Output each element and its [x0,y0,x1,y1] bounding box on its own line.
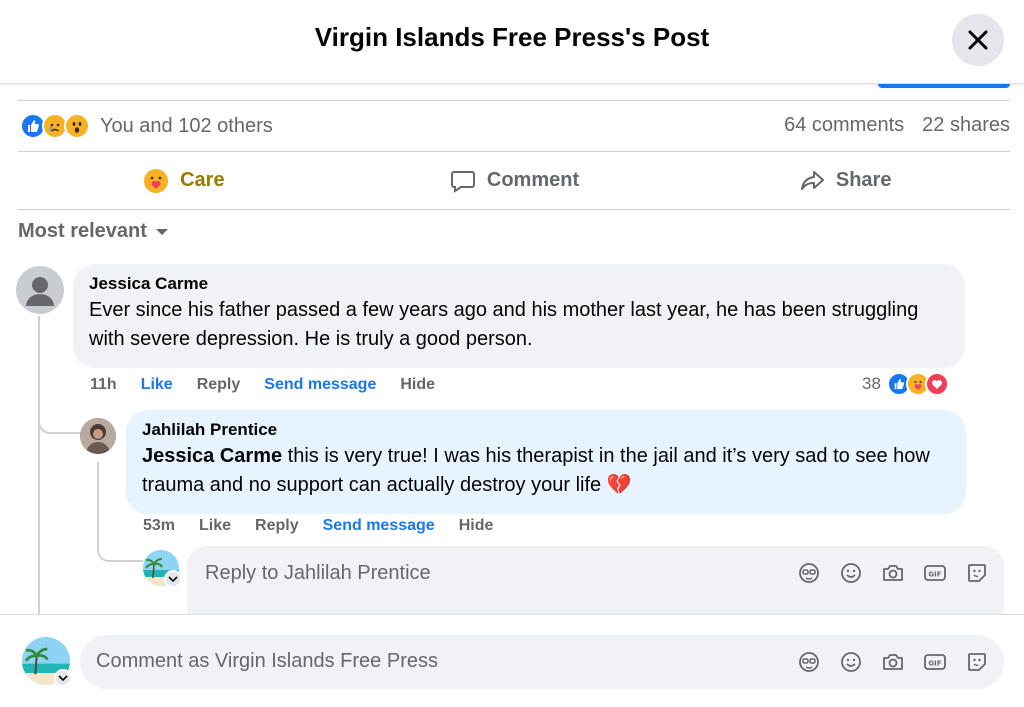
reply-tools: GIF [796,560,990,586]
reply-link[interactable]: Reply [197,376,241,394]
thread-line [38,316,40,616]
reply-placeholder: Reply to Jahlilah Prentice [205,562,431,584]
scroll-indicator [878,84,1010,88]
comment-time[interactable]: 11h [90,376,117,394]
post-stats: You and 102 others 64 comments 22 shares [18,100,1010,152]
avatar-sticker-icon[interactable] [796,649,822,675]
avatar-photo [80,418,116,454]
comment-tools: GIF [796,649,990,675]
reply-bubble: Jahlilah Prentice Jessica Carme this is … [126,410,966,514]
reply-input[interactable]: Reply to Jahlilah Prentice GIF [187,546,1004,616]
reply-actions: 53m Like Reply Send message Hide [143,517,517,535]
care-label: Care [180,169,225,191]
gif-icon[interactable]: GIF [922,649,948,675]
close-icon [968,30,988,50]
dialog-title: Virgin Islands Free Press's Post [314,22,710,52]
svg-text:GIF: GIF [928,660,941,668]
wow-reaction-icon [64,113,90,139]
comment-sort-dropdown[interactable]: Most relevant [18,220,169,243]
comment-text: Ever since his father passed a few years… [89,299,919,350]
svg-text:GIF: GIF [928,571,941,579]
hide-link[interactable]: Hide [459,517,494,535]
avatar-sticker-icon[interactable] [796,560,822,586]
love-reaction-icon [924,372,949,396]
reply-link[interactable]: Reply [255,517,299,535]
post-counts: 64 comments 22 shares [784,114,1010,137]
gif-icon[interactable]: GIF [922,560,948,586]
hide-link[interactable]: Hide [400,376,435,394]
broken-heart-emoji: 💔 [606,474,632,496]
chevron-down-icon [168,576,178,583]
camera-icon[interactable] [880,649,906,675]
comment-input[interactable]: Comment as Virgin Islands Free Press GIF [80,635,1004,689]
mention-link[interactable]: Jessica Carme [142,445,282,467]
reply-time[interactable]: 53m [143,517,175,535]
share-button[interactable]: Share [679,152,1010,209]
comment-icon [450,170,475,193]
reply-thread-line [97,462,99,542]
emoji-icon[interactable] [838,560,864,586]
sort-label: Most relevant [18,220,147,242]
caret-down-icon [155,228,168,235]
comment-author[interactable]: Jessica Carme [89,274,949,294]
send-message-link[interactable]: Send message [264,376,376,394]
comment-label: Comment [486,169,580,191]
avatar[interactable] [80,418,116,454]
comment-reactions[interactable]: 38 [862,372,949,396]
post-actions: Care Comment Share [18,152,1010,210]
comment-placeholder: Comment as Virgin Islands Free Press [96,650,438,672]
like-link[interactable]: Like [141,376,173,394]
comment-button[interactable]: Comment [349,152,680,209]
send-message-link[interactable]: Send message [323,517,435,535]
share-icon [800,170,824,190]
emoji-icon[interactable] [838,649,864,675]
dialog-header: Virgin Islands Free Press's Post [0,0,1024,84]
reaction-summary-text[interactable]: You and 102 others [100,115,273,138]
avatar-icon [26,277,54,306]
reaction-summary[interactable]: You and 102 others [20,113,273,139]
reply-thread-connector [97,540,143,562]
account-switcher[interactable] [164,570,182,588]
sticker-icon[interactable] [964,560,990,586]
avatar[interactable] [16,266,64,314]
care-icon [144,168,169,193]
close-button[interactable] [952,14,1004,66]
camera-icon[interactable] [880,560,906,586]
comment-composer: Comment as Virgin Islands Free Press GIF [0,614,1024,707]
thread-connector [38,420,82,434]
share-label: Share [835,169,892,191]
sticker-icon[interactable] [964,649,990,675]
comment-actions: 11h Like Reply Send message Hide [90,376,459,394]
comments-count[interactable]: 64 comments [784,114,904,137]
shares-count[interactable]: 22 shares [922,114,1010,137]
chevron-down-icon [58,675,68,682]
reaction-count: 38 [862,374,881,393]
like-link[interactable]: Like [199,517,231,535]
comment-bubble: Jessica Carme Ever since his father pass… [73,264,965,368]
account-switcher[interactable] [54,669,72,687]
reply-author[interactable]: Jahlilah Prentice [142,420,950,440]
care-button[interactable]: Care [18,152,349,209]
reply-text: Jessica Carme this is very true! I was h… [142,442,950,500]
